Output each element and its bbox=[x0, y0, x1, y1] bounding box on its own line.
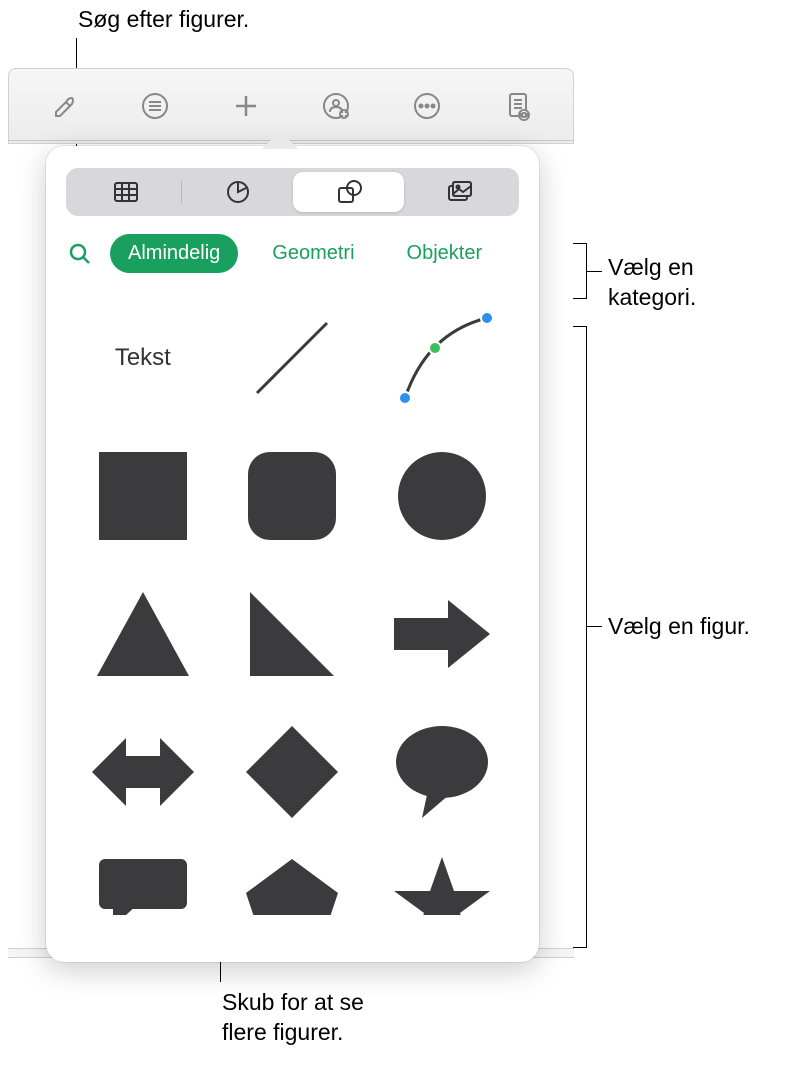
shape-pentagon[interactable] bbox=[237, 855, 347, 915]
shape-curve[interactable] bbox=[387, 303, 497, 413]
category-row: Almindelig Geometri Objekter bbox=[46, 216, 539, 283]
shape-diamond[interactable] bbox=[237, 717, 347, 827]
segment-media[interactable] bbox=[404, 172, 515, 212]
shape-arrow-right[interactable] bbox=[387, 579, 497, 689]
shape-line[interactable] bbox=[237, 303, 347, 413]
shape-right-triangle[interactable] bbox=[237, 579, 347, 689]
insert-icon[interactable] bbox=[228, 88, 264, 124]
insert-type-segments bbox=[66, 168, 519, 216]
segment-tables[interactable] bbox=[70, 172, 181, 212]
callout-scroll-text: Skub for at se flere figurer. bbox=[222, 988, 364, 1048]
callout-category-bracket bbox=[573, 243, 587, 299]
shape-text[interactable]: Tekst bbox=[88, 303, 198, 413]
category-basic[interactable]: Almindelig bbox=[110, 234, 238, 273]
category-geometry[interactable]: Geometri bbox=[254, 234, 372, 273]
list-icon[interactable] bbox=[137, 88, 173, 124]
shapes-grid[interactable]: Tekst bbox=[46, 283, 539, 915]
segment-charts[interactable] bbox=[182, 172, 293, 212]
format-icon[interactable] bbox=[46, 88, 82, 124]
segment-shapes[interactable] bbox=[293, 172, 404, 212]
callout-category-text: Vælg en kategori. bbox=[608, 253, 696, 313]
shape-triangle[interactable] bbox=[88, 579, 198, 689]
shape-circle[interactable] bbox=[387, 441, 497, 551]
callout-category-connect bbox=[587, 271, 602, 272]
shape-double-arrow[interactable] bbox=[88, 717, 198, 827]
shape-text-label: Tekst bbox=[115, 344, 171, 372]
collaborate-icon[interactable] bbox=[318, 88, 354, 124]
document-icon[interactable] bbox=[500, 88, 536, 124]
shape-square[interactable] bbox=[88, 441, 198, 551]
callout-shape-text: Vælg en figur. bbox=[608, 612, 750, 642]
callout-shape-bracket bbox=[573, 326, 587, 948]
shape-callout-rect[interactable] bbox=[88, 855, 198, 915]
shape-rounded-square[interactable] bbox=[237, 441, 347, 551]
more-icon[interactable] bbox=[409, 88, 445, 124]
shape-star[interactable] bbox=[387, 855, 497, 915]
insert-popover: Almindelig Geometri Objekter Tekst bbox=[46, 146, 539, 962]
callout-search-text: Søg efter figurer. bbox=[78, 5, 249, 35]
popover-arrow bbox=[262, 131, 298, 149]
search-icon[interactable] bbox=[66, 240, 94, 268]
callout-shape-connect bbox=[587, 626, 602, 627]
shape-speech-bubble[interactable] bbox=[387, 717, 497, 827]
category-objects[interactable]: Objekter bbox=[389, 234, 501, 273]
